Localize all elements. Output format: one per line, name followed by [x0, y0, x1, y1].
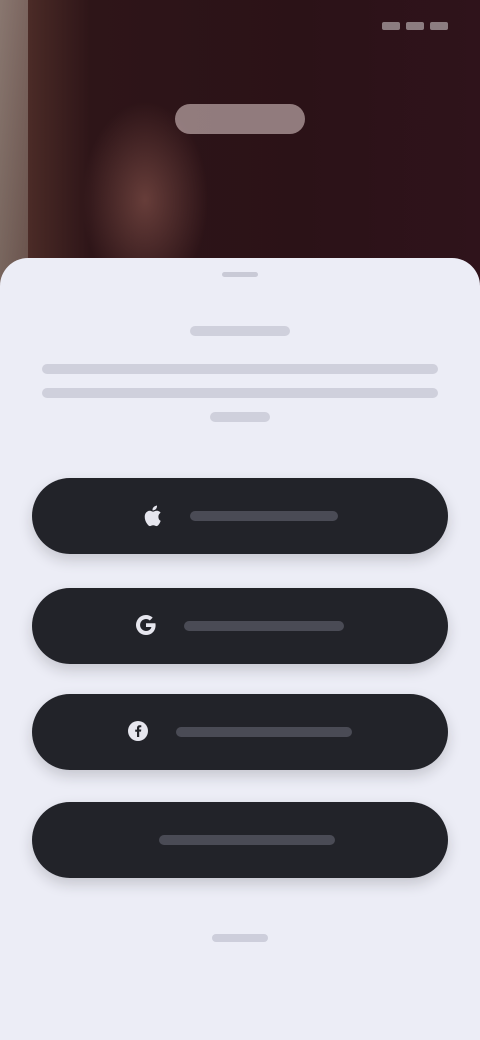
hero-photo-edge: [0, 0, 28, 300]
footer-link[interactable]: [190, 926, 290, 950]
description-line-1: [42, 364, 438, 374]
facebook-icon: [128, 721, 148, 743]
google-icon: [136, 615, 156, 637]
status-indicators: [382, 20, 448, 32]
brand-logo: [175, 104, 305, 134]
wifi-icon: [406, 22, 424, 30]
battery-icon: [430, 22, 448, 30]
continue-with-google-button[interactable]: [32, 588, 448, 664]
description-line-2: [42, 388, 438, 398]
continue-with-facebook-button[interactable]: [32, 694, 448, 770]
email-label-placeholder: [159, 835, 335, 845]
signal-icon: [382, 22, 400, 30]
sheet-title: [40, 326, 440, 352]
sign-in-sheet: [0, 258, 480, 1040]
facebook-label-placeholder: [176, 727, 352, 737]
sheet-description: [40, 364, 440, 436]
apple-icon: [142, 505, 162, 527]
apple-label-placeholder: [190, 511, 338, 521]
sheet-title-placeholder: [190, 326, 290, 336]
sheet-grabber[interactable]: [222, 272, 258, 277]
description-line-3: [210, 412, 270, 422]
hero-banner: [0, 0, 480, 300]
continue-with-apple-button[interactable]: [32, 478, 448, 554]
google-label-placeholder: [184, 621, 344, 631]
footer-link-placeholder: [212, 934, 268, 942]
continue-with-email-button[interactable]: [32, 802, 448, 878]
